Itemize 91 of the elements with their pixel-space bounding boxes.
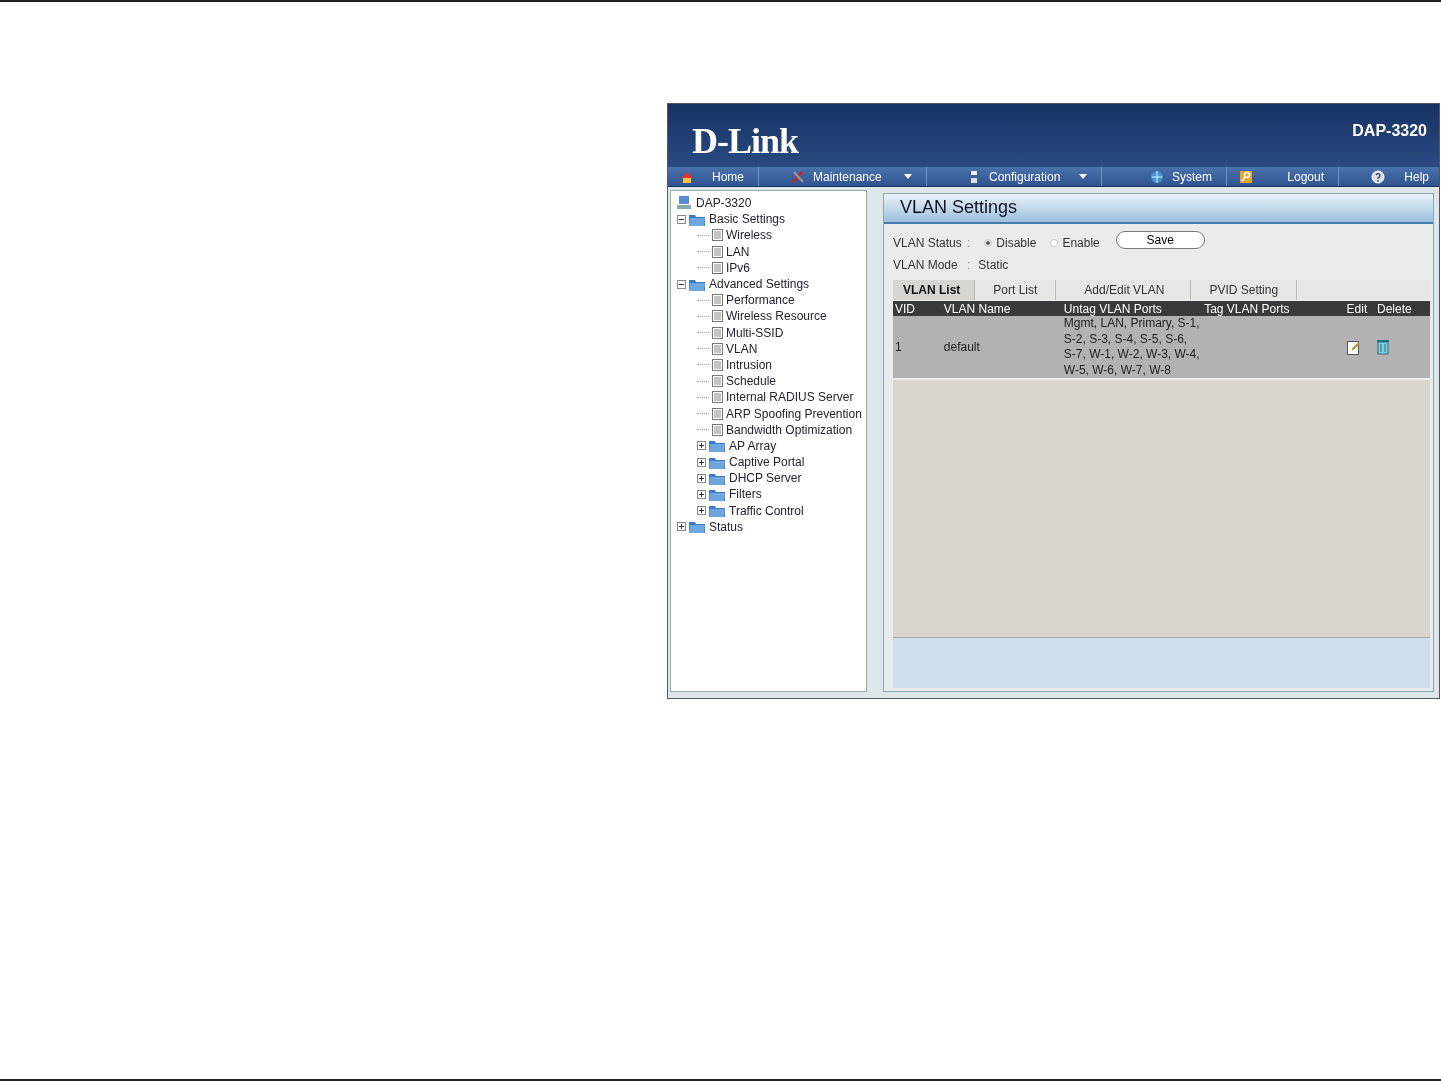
tree-item[interactable]: Basic Settings	[709, 212, 786, 227]
tree-item[interactable]: Wireless	[726, 228, 772, 243]
tab[interactable]: Port List	[975, 280, 1057, 300]
field-value: Static	[978, 258, 1009, 272]
tree-item[interactable]: Status	[709, 519, 744, 534]
document-icon	[712, 423, 723, 436]
save-button[interactable]: Save	[1115, 231, 1205, 249]
tab[interactable]: PVID Setting	[1191, 280, 1298, 300]
folder-icon	[709, 504, 726, 518]
document-icon	[712, 375, 723, 388]
document-icon	[712, 358, 723, 371]
nav-button[interactable]: System	[1102, 167, 1227, 186]
nav-button[interactable]: Configuration	[927, 167, 1102, 186]
tree-item[interactable]: Performance	[726, 293, 795, 308]
help-icon	[1371, 169, 1385, 184]
tree-item[interactable]: Filters	[729, 487, 762, 502]
separator: :	[967, 236, 971, 250]
logo: D-Link	[692, 121, 799, 161]
model-name: DAP-3320	[1352, 122, 1427, 140]
expand-icon[interactable]	[697, 506, 706, 516]
column-header: Delete	[1375, 301, 1430, 316]
tree-item[interactable]: Captive Portal	[729, 455, 805, 470]
nav-button[interactable]: Home	[668, 167, 759, 186]
tree-item[interactable]: LAN	[726, 244, 750, 259]
document-icon	[712, 407, 723, 420]
folder-icon	[689, 277, 706, 291]
collapse-icon[interactable]	[677, 279, 686, 289]
document-icon	[712, 229, 723, 242]
document-icon	[712, 261, 723, 274]
radio-button[interactable]	[1050, 239, 1059, 247]
tools-icon	[791, 169, 805, 184]
document-icon	[712, 342, 723, 355]
column-header: Edit	[1344, 301, 1376, 316]
folder-icon	[709, 471, 726, 485]
radio-label: Enable	[1062, 236, 1100, 250]
tree-item[interactable]: Internal RADIUS Server	[726, 390, 854, 405]
field-label: VLAN Mode	[893, 258, 959, 272]
table-cell: Mgmt, LAN, Primary, S-1, S-2, S-3, S-4, S-5, S-6, S-7, W-1, W-2, W-3, W-4, W-5, W-6, W-7, W-8	[1061, 316, 1203, 379]
key-icon	[1239, 169, 1253, 184]
column-header: VLAN Name	[941, 301, 1062, 316]
document-icon	[712, 310, 723, 323]
folder-icon	[709, 455, 726, 469]
tree-item[interactable]: Schedule	[726, 374, 777, 389]
collapse-icon[interactable]	[677, 214, 686, 224]
globe-icon	[1150, 169, 1164, 184]
panel-title: VLAN Settings	[884, 194, 1433, 224]
tree-item[interactable]: Bandwidth Optimization	[726, 422, 853, 437]
document-icon	[712, 391, 723, 404]
table-cell: 1	[893, 316, 942, 379]
trash-icon[interactable]	[1377, 339, 1390, 355]
folder-icon	[709, 439, 726, 453]
folder-icon	[689, 212, 706, 226]
tree-item[interactable]: Multi-SSID	[726, 325, 784, 340]
tree-item[interactable]: IPv6	[726, 260, 750, 275]
expand-icon[interactable]	[697, 441, 706, 451]
document-icon	[712, 326, 723, 339]
tree-item[interactable]: ARP Spoofing Prevention	[726, 406, 862, 421]
column-header: Untag VLAN Ports	[1061, 301, 1203, 316]
tree-item[interactable]: AP Array	[729, 438, 777, 453]
radio-label: Disable	[996, 236, 1037, 250]
tab[interactable]: VLAN List	[893, 280, 976, 300]
document-icon	[712, 294, 723, 307]
document-icon	[712, 245, 723, 258]
expand-icon[interactable]	[677, 522, 686, 532]
tree-item[interactable]: Advanced Settings	[709, 277, 810, 292]
tree-item[interactable]: VLAN	[726, 341, 758, 356]
tree-item[interactable]: Intrusion	[726, 357, 773, 372]
home-icon	[680, 169, 694, 184]
expand-icon[interactable]	[697, 489, 706, 499]
caret-icon	[904, 174, 912, 179]
tab[interactable]: Add/Edit VLAN	[1056, 280, 1192, 300]
radio-button[interactable]	[984, 239, 993, 247]
field-label: VLAN Status	[893, 236, 963, 250]
tree-item[interactable]: Wireless Resource	[726, 309, 827, 324]
nav-button[interactable]: Maintenance	[759, 167, 927, 186]
expand-icon[interactable]	[697, 457, 706, 467]
caret-icon	[1079, 174, 1087, 179]
expand-icon[interactable]	[697, 473, 706, 483]
edit-icon[interactable]	[1346, 339, 1361, 355]
folder-icon	[689, 520, 706, 534]
table-cell: default	[941, 316, 1062, 379]
separator: :	[967, 258, 971, 272]
computer-icon	[677, 195, 693, 212]
tree-item[interactable]: Traffic Control	[729, 503, 804, 518]
tree-item[interactable]: DHCP Server	[729, 471, 802, 486]
folder-icon	[709, 487, 726, 501]
column-header: Tag VLAN Ports	[1202, 301, 1345, 316]
column-header: VID	[893, 301, 942, 316]
nav-button[interactable]: Help	[1339, 167, 1439, 186]
nav-button[interactable]: Logout	[1227, 167, 1339, 186]
tree-item[interactable]: DAP-3320	[696, 196, 752, 211]
